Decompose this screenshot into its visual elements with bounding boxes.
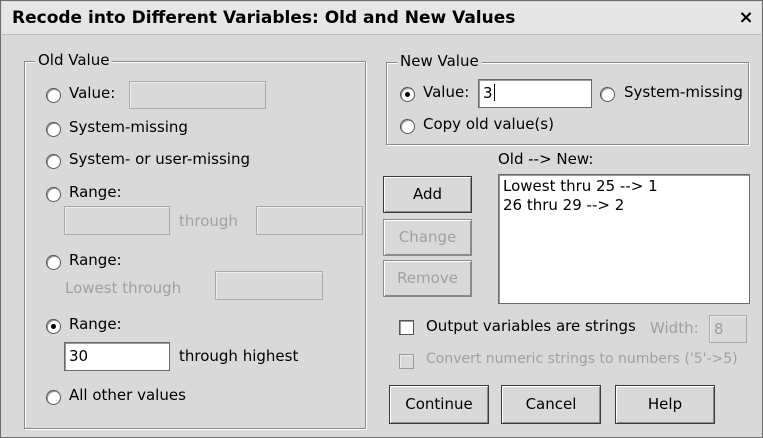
help-button[interactable]: Help [615,385,715,424]
old-system-missing-radio[interactable] [46,122,61,137]
text-cursor [493,84,495,101]
new-system-missing-radio[interactable] [600,87,615,102]
old-range1-label: Range: [69,183,122,201]
old-value-label: Value: [69,84,116,102]
old-value-legend: Old Value [35,51,113,69]
new-value-input[interactable]: 3 [478,79,592,108]
range1-to-input[interactable] [256,206,363,235]
title-bar: Recode into Different Variables: Old and… [2,2,761,35]
convert-numeric-checkbox[interactable] [399,354,414,369]
old-range2-label: Range: [69,251,122,269]
change-button[interactable]: Change [383,219,472,256]
old-range1-radio[interactable] [46,187,61,202]
range3-value-input[interactable]: 30 [64,342,170,371]
cancel-button[interactable]: Cancel [501,385,601,424]
range1-from-input[interactable] [64,206,170,235]
new-value-radio[interactable] [400,87,415,102]
old-value-radio[interactable] [46,88,61,103]
convert-numeric-label: Convert numeric strings to numbers ('5'-… [426,351,738,367]
range2-value-input[interactable] [215,271,323,300]
new-value-text: 3 [483,84,493,102]
range3-through-highest-label: through highest [179,347,299,365]
close-icon[interactable]: × [737,9,755,28]
dialog-title: Recode into Different Variables: Old and… [12,8,516,28]
new-value-legend: New Value [397,52,482,70]
old-system-missing-label: System-missing [69,118,188,136]
mapping-label: Old --> New: [498,150,594,168]
old-system-or-user-missing-label: System- or user-missing [69,150,251,168]
old-range3-radio[interactable] [46,319,61,334]
continue-button[interactable]: Continue [389,385,489,424]
mapping-item[interactable]: 26 thru 29 --> 2 [503,196,745,215]
old-system-or-user-missing-radio[interactable] [46,154,61,169]
old-all-other-radio[interactable] [46,390,61,405]
new-system-missing-label: System-missing [624,83,743,101]
remove-button[interactable]: Remove [383,260,472,297]
width-label: Width: [650,319,699,337]
old-range2-radio[interactable] [46,255,61,270]
old-range3-label: Range: [69,315,122,333]
output-strings-checkbox[interactable] [399,320,414,335]
new-value-label: Value: [423,83,470,101]
range1-through-label: through [179,212,238,230]
old-value-group: Old Value [24,51,366,429]
range2-lowest-through-label: Lowest through [65,279,182,297]
copy-old-radio[interactable] [400,119,415,134]
recode-dialog: Recode into Different Variables: Old and… [0,0,763,438]
mapping-item[interactable]: Lowest thru 25 --> 1 [503,177,745,196]
old-value-input[interactable] [129,81,266,109]
mapping-list[interactable]: Lowest thru 25 --> 1 26 thru 29 --> 2 [498,174,750,304]
output-strings-label: Output variables are strings [426,317,636,335]
add-button[interactable]: Add [383,176,472,213]
copy-old-label: Copy old value(s) [423,115,554,133]
old-all-other-label: All other values [69,386,186,404]
width-input[interactable]: 8 [709,315,747,343]
